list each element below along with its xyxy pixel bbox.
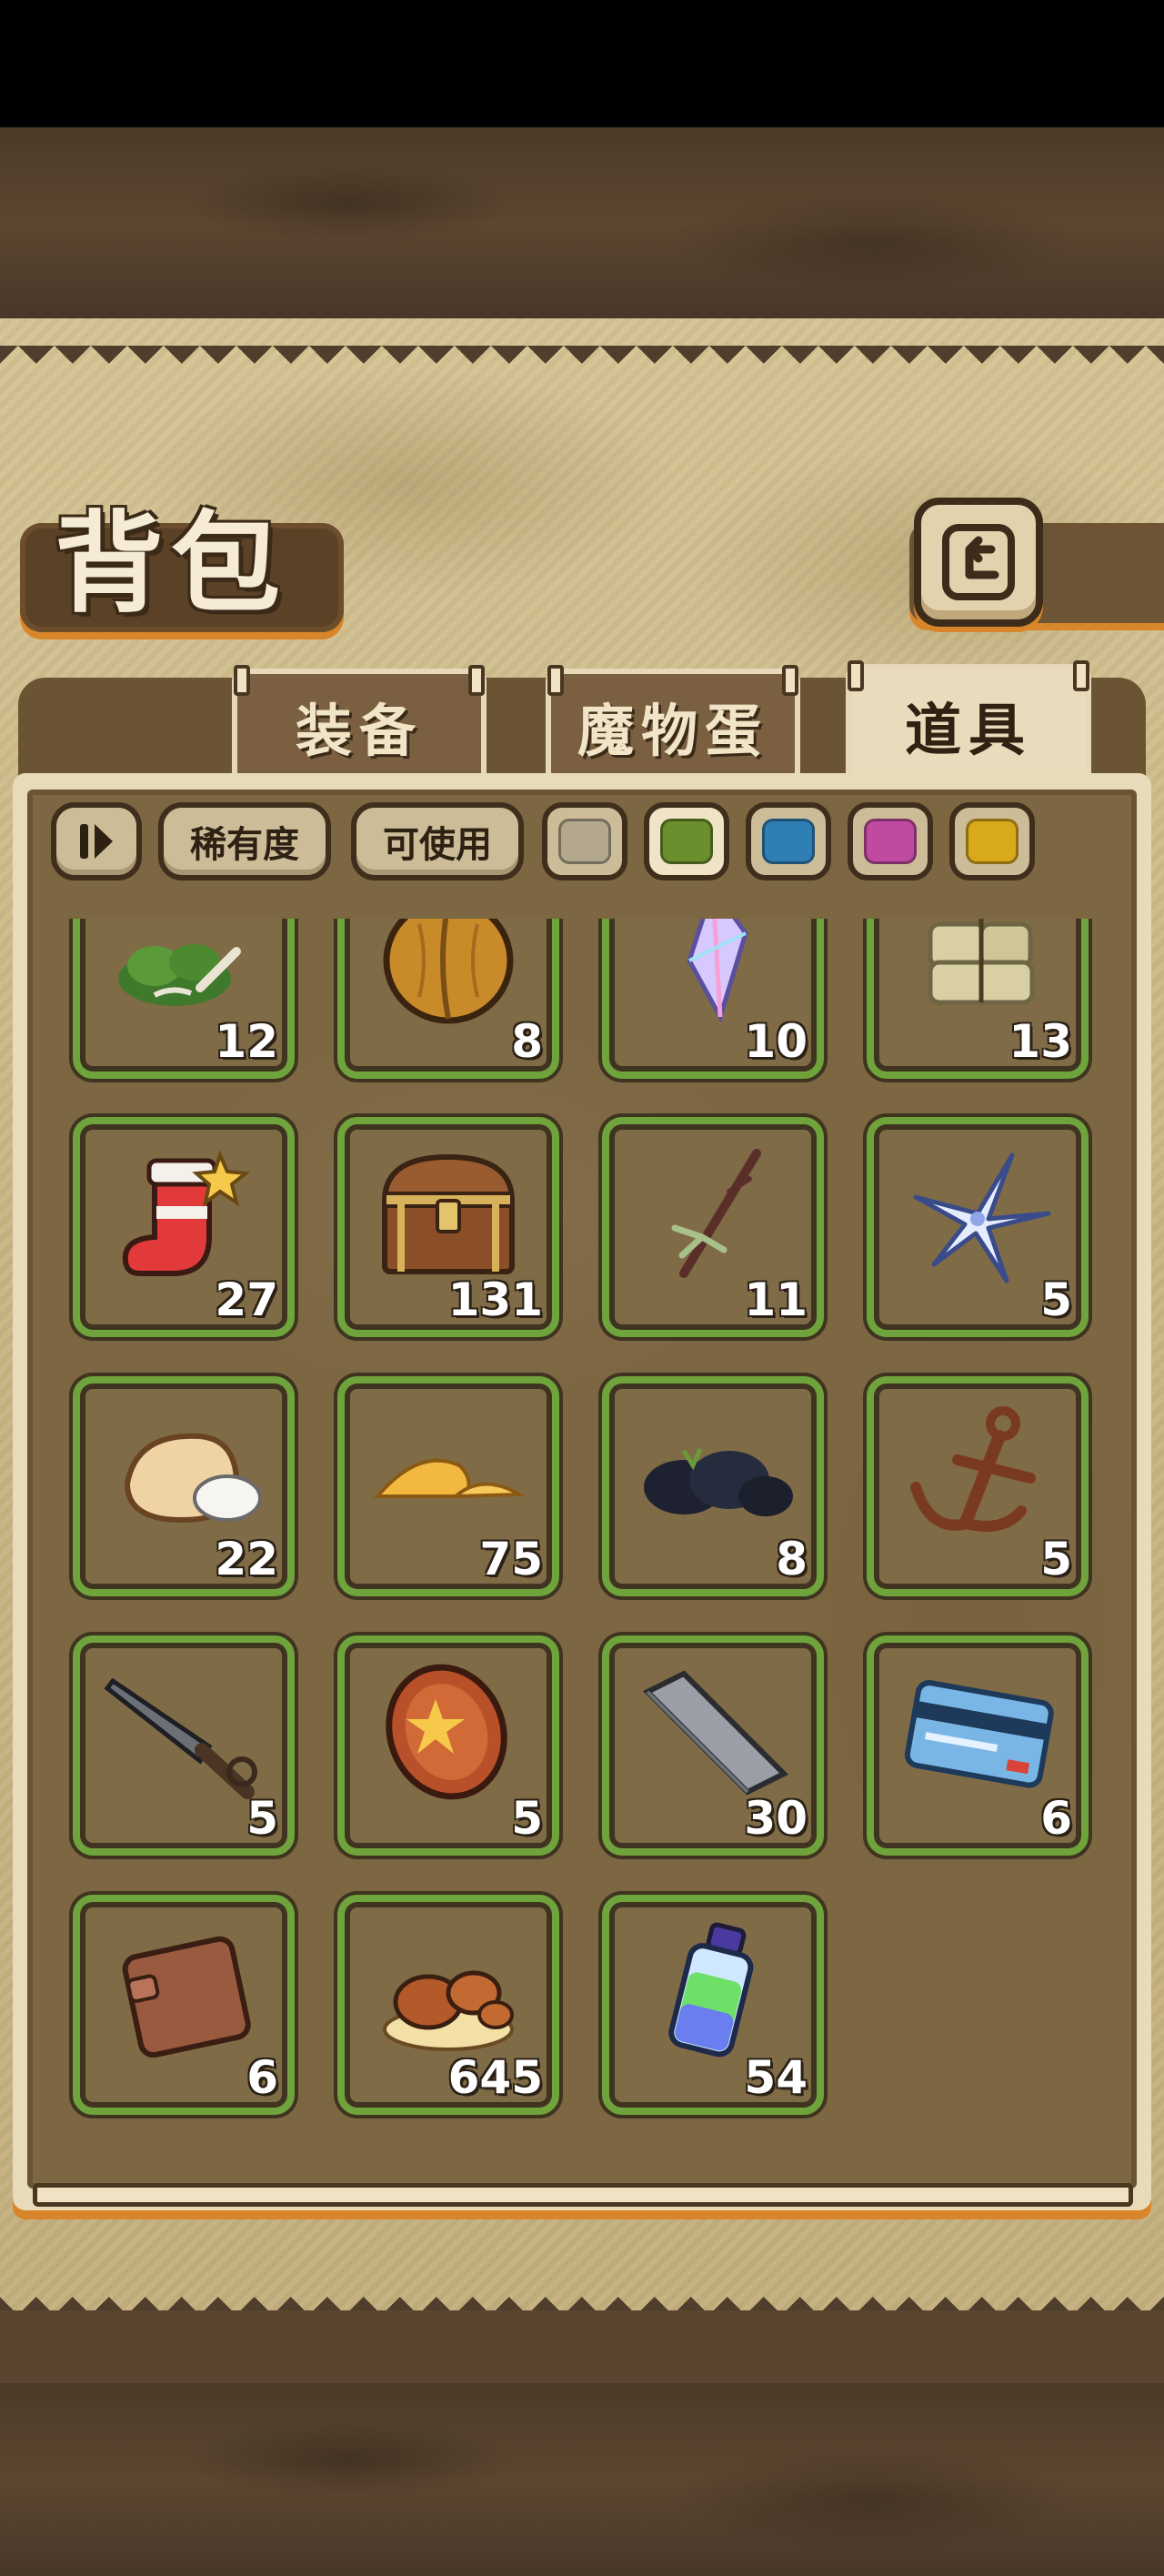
item-slot[interactable]: 10 (602, 919, 824, 1079)
item-count: 645 (447, 2051, 543, 2104)
return-arrow-icon (942, 524, 1015, 600)
sort-toggle-button[interactable] (51, 802, 142, 880)
filter-row: 稀有度 可使用 (51, 802, 1124, 886)
item-count: 5 (1040, 1273, 1072, 1326)
item-slot[interactable]: 131 (337, 1117, 559, 1337)
map-background-top (0, 127, 1164, 318)
item-grid: 12 8 10 13 27 131 11 5 22 75 8 5 5 5 30 … (33, 919, 1133, 2183)
sort-toggle-icon (80, 824, 113, 859)
rarity-swatch-purple[interactable] (848, 802, 933, 880)
branch-with-bow-icon (671, 1149, 761, 1278)
item-count: 11 (744, 1273, 808, 1326)
iron-bar-icon (642, 1670, 789, 1796)
tab-label: 道具 (904, 697, 1032, 763)
item-slot[interactable]: 8 (337, 919, 559, 1079)
item-count: 5 (1040, 1533, 1072, 1585)
tab-items[interactable]: 道具 (846, 660, 1091, 780)
map-background-bottom (0, 2383, 1164, 2576)
item-slot[interactable]: 5 (337, 1635, 559, 1856)
item-slot[interactable]: 5 (867, 1117, 1089, 1337)
tab-monster-eggs[interactable]: 魔物蛋 (546, 665, 800, 778)
tab-rivet (234, 665, 250, 696)
rarity-filter-button[interactable]: 稀有度 (158, 802, 331, 880)
item-slot[interactable]: 6 (867, 1635, 1089, 1856)
swatch-chip (864, 819, 917, 864)
black-coal-icon (644, 1447, 793, 1516)
item-count: 30 (744, 1792, 808, 1845)
tab-rivet (782, 665, 798, 696)
rarity-swatch-gray[interactable] (542, 802, 627, 880)
tab-rivet (547, 665, 564, 696)
item-slot[interactable]: 6 (73, 1895, 295, 2115)
item-slot[interactable]: 30 (602, 1635, 824, 1856)
rarity-swatch-yellow[interactable] (949, 802, 1035, 880)
bottom-band (0, 2310, 1164, 2383)
item-count: 75 (479, 1533, 543, 1585)
tab-label: 魔物蛋 (577, 698, 768, 764)
zigzag-border-top (0, 346, 1164, 382)
walnut-icon (383, 919, 514, 1024)
item-slot[interactable]: 8 (602, 1376, 824, 1596)
item-count: 6 (1040, 1792, 1072, 1845)
wallet-icon (122, 1936, 251, 2058)
tab-rivet (468, 665, 485, 696)
anchor-icon (910, 1406, 1036, 1532)
item-count: 8 (776, 1533, 808, 1585)
item-count: 10 (744, 1015, 808, 1068)
item-slot[interactable]: 5 (73, 1635, 295, 1856)
zigzag-border-bottom (0, 2279, 1164, 2315)
treasure-chest-icon (381, 1153, 516, 1274)
christmas-stocking-icon (122, 1150, 251, 1276)
rarity-swatch-green[interactable] (644, 802, 729, 880)
flour-sack-icon (124, 1433, 262, 1524)
panel-bottom-rail (33, 2183, 1133, 2207)
swatch-chip (762, 819, 815, 864)
item-count: 22 (215, 1533, 278, 1585)
swatch-chip (660, 819, 713, 864)
item-slot[interactable]: 27 (73, 1117, 295, 1337)
item-count: 13 (1008, 1015, 1072, 1068)
golden-sand-icon (373, 1458, 526, 1499)
item-count: 27 (215, 1273, 278, 1326)
swatch-chip (558, 819, 611, 864)
item-count: 8 (511, 1015, 543, 1068)
item-count: 5 (246, 1792, 278, 1845)
item-slot[interactable]: 75 (337, 1376, 559, 1596)
star-coin-icon (386, 1664, 507, 1800)
bank-card-icon (904, 1680, 1054, 1788)
item-count: 131 (447, 1273, 543, 1326)
item-count: 6 (246, 2051, 278, 2104)
blue-flower-icon (913, 1152, 1051, 1283)
item-slot[interactable]: 54 (602, 1895, 824, 2115)
knife-icon (104, 1677, 257, 1799)
swatch-chip (966, 819, 1018, 864)
item-count: 12 (215, 1015, 278, 1068)
item-slot[interactable]: 11 (602, 1117, 824, 1337)
tab-rivet (1073, 660, 1089, 691)
item-slot[interactable]: 12 (73, 919, 295, 1079)
mushroom-cluster-icon (383, 1970, 514, 2051)
item-slot[interactable]: 645 (337, 1895, 559, 2115)
item-count: 5 (511, 1792, 543, 1845)
rarity-swatch-blue[interactable] (746, 802, 831, 880)
back-button[interactable] (914, 498, 1043, 627)
page-title: 背包 (55, 499, 287, 628)
potion-bottle-icon (668, 1922, 754, 2058)
item-slot[interactable]: 13 (867, 919, 1089, 1079)
item-slot[interactable]: 22 (73, 1376, 295, 1596)
item-slot[interactable]: 5 (867, 1376, 1089, 1596)
tab-label: 装备 (295, 698, 423, 764)
tab-rivet (848, 660, 864, 691)
item-count: 54 (744, 2051, 808, 2104)
usable-filter-button[interactable]: 可使用 (351, 802, 524, 880)
status-bar (0, 0, 1164, 127)
tab-equipment[interactable]: 装备 (232, 665, 487, 778)
